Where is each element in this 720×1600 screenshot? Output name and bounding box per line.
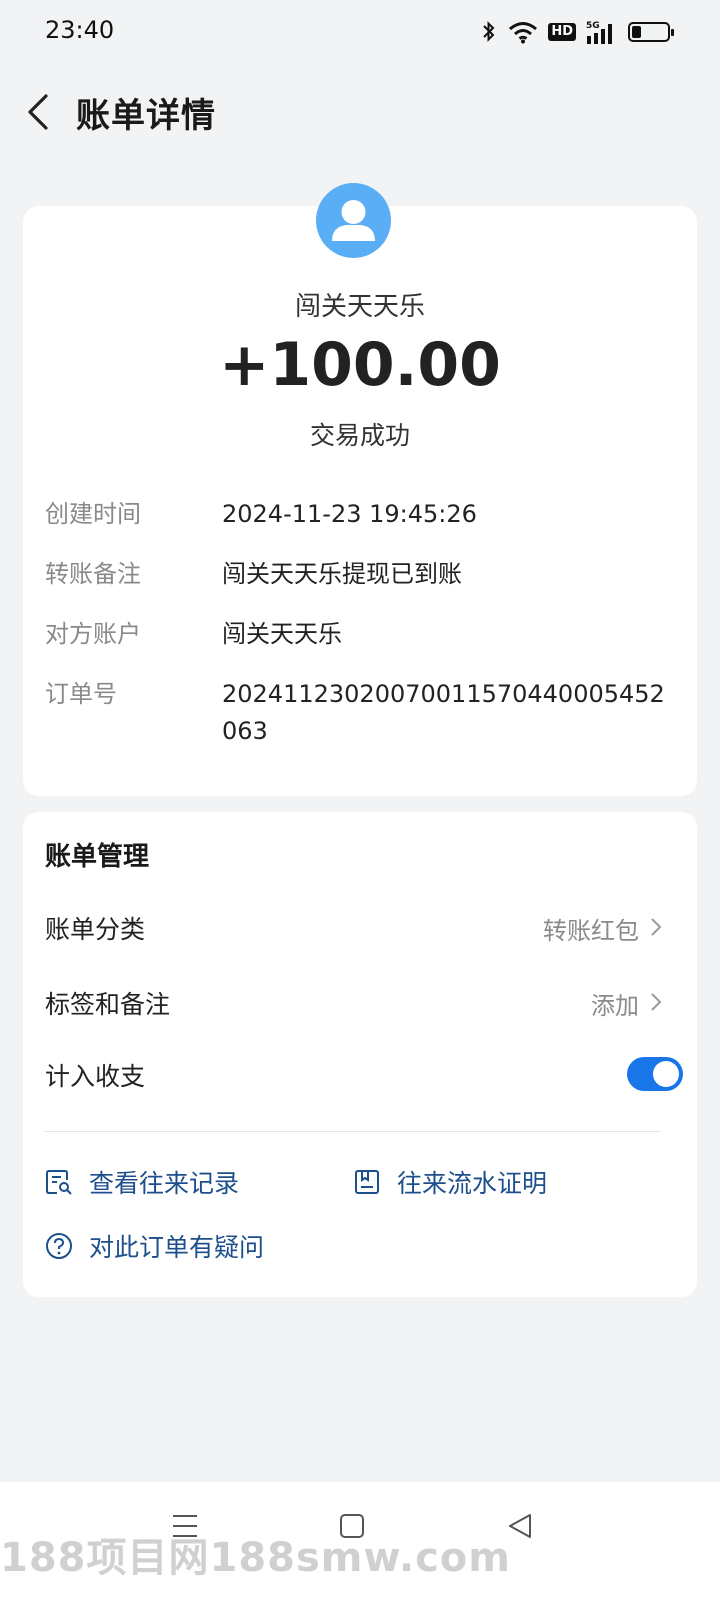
count-in-balance-toggle[interactable] <box>627 1057 683 1091</box>
svg-text:5G: 5G <box>586 21 600 31</box>
transaction-card: 闯关天天乐 +100.00 交易成功 创建时间 2024-11-23 19:45… <box>23 206 697 796</box>
page-title: 账单详情 <box>76 96 216 136</box>
signal-5g-icon: 5G <box>586 21 612 44</box>
bill-category-row[interactable]: 账单分类 转账红包 <box>45 904 665 948</box>
user-icon <box>332 200 375 241</box>
avatar <box>316 183 391 258</box>
bill-management-card: 账单管理 账单分类 转账红包 标签和备注 添加 计入收支 查看往来记录 往来流水… <box>23 812 697 1297</box>
detail-value: 闯关天天乐提现已到账 <box>222 560 462 588</box>
chevron-right-icon <box>651 993 662 1011</box>
detail-label: 对方账户 <box>45 620 141 648</box>
status-time: 23:40 <box>45 16 115 44</box>
detail-label: 创建时间 <box>45 500 141 528</box>
transaction-amount: +100.00 <box>219 330 501 400</box>
detail-value: 20241123020070011570440005452063 <box>222 680 665 745</box>
battery-level <box>632 26 641 38</box>
chevron-right-icon <box>651 918 662 936</box>
detail-label: 订单号 <box>45 680 117 708</box>
watermark: 188项目网188smw.com <box>0 1535 511 1581</box>
statement-proof-link[interactable]: 往来流水证明 <box>353 1162 547 1202</box>
tags-notes-row[interactable]: 标签和备注 添加 <box>45 979 665 1023</box>
question-circle-icon <box>46 1233 72 1259</box>
tags-notes-label: 标签和备注 <box>45 990 171 1019</box>
toggle-knob <box>653 1061 679 1087</box>
order-question-link[interactable]: 对此订单有疑问 <box>45 1226 264 1266</box>
view-records-link[interactable]: 查看往来记录 <box>45 1162 239 1202</box>
statement-proof-text: 往来流水证明 <box>397 1169 548 1198</box>
status-icons: HD 5G <box>480 18 674 46</box>
back-button[interactable] <box>22 90 62 134</box>
status-bar: 23:40 HD 5G <box>0 0 720 64</box>
bluetooth-icon <box>483 21 495 42</box>
bill-category-value: 转账红包 <box>543 917 639 945</box>
header: 账单详情 <box>0 72 720 152</box>
payer-name: 闯关天天乐 <box>294 292 425 322</box>
detail-value: 2024-11-23 19:45:26 <box>222 500 477 528</box>
battery-icon <box>628 22 674 42</box>
tags-notes-value: 添加 <box>591 992 639 1020</box>
bookmark-document-icon <box>355 1170 379 1194</box>
transaction-status: 交易成功 <box>309 421 410 450</box>
order-question-text: 对此订单有疑问 <box>89 1233 265 1262</box>
chevron-left-icon <box>28 94 48 130</box>
wifi-icon <box>509 22 538 44</box>
document-search-icon <box>46 1170 72 1195</box>
count-in-balance-label: 计入收支 <box>45 1062 146 1091</box>
view-records-text: 查看往来记录 <box>89 1169 240 1198</box>
hd-badge: HD <box>548 23 576 41</box>
detail-value: 闯关天天乐 <box>222 620 342 648</box>
bill-category-label: 账单分类 <box>45 915 146 944</box>
section-title: 账单管理 <box>45 842 150 872</box>
detail-label: 转账备注 <box>45 560 141 588</box>
divider <box>45 1131 661 1132</box>
count-in-balance-row: 计入收支 <box>45 1057 683 1093</box>
